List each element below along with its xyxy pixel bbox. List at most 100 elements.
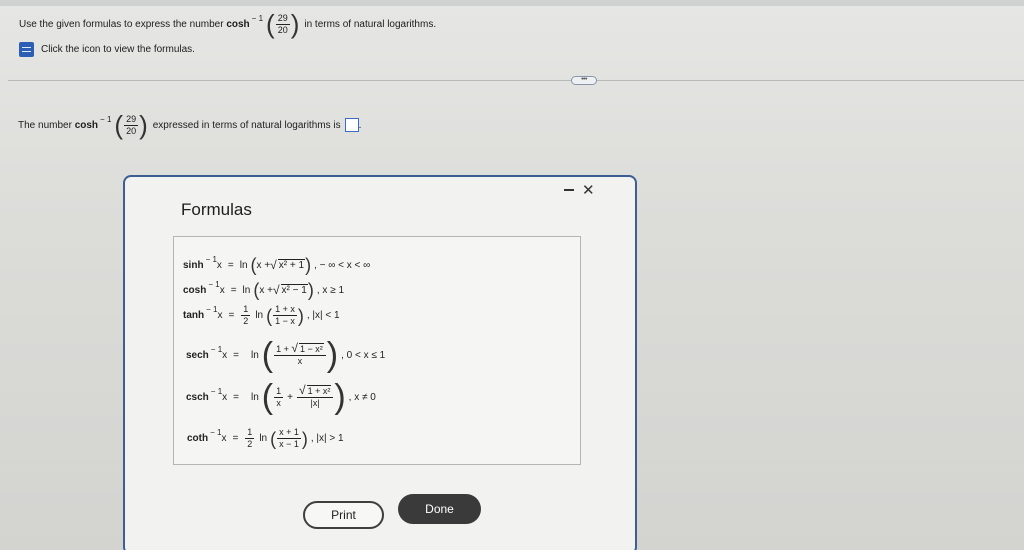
dialog-title: Formulas [181, 200, 252, 219]
question-suffix: in terms of natural logarithms. [304, 18, 437, 30]
sech-variable: x [222, 349, 228, 361]
csch-x-denominator: x [276, 397, 281, 408]
tanh-function: tanh [183, 310, 205, 321]
sinh-right-paren: ) [305, 255, 312, 275]
tanh-left-paren: ( [266, 305, 273, 326]
document-icon[interactable] [19, 41, 34, 57]
sech-fraction: 1 + √ 1 − x² x [274, 341, 326, 367]
cosh-condition: , x ≥ 1 [316, 284, 345, 296]
answer-end: . [358, 119, 362, 131]
question-prompt: Use the given formulas to express the nu… [19, 8, 436, 40]
sinh-condition: , − ∞ < x < ∞ [314, 259, 371, 271]
question-prefix: Use the given formulas to express the nu… [19, 18, 224, 30]
formula-sinh: sinh − 1 x = ln ( x + √ x² + 1 ) , − ∞ < … [183, 254, 371, 275]
top-bar [0, 0, 1024, 6]
sqrt-icon: √ [272, 283, 280, 297]
question-numerator: 29 [275, 12, 290, 25]
minimize-icon[interactable] [564, 189, 574, 191]
sinh-variable: x [216, 259, 222, 271]
csch-plus: + [287, 391, 293, 403]
coth-numerator: x + 1 [277, 427, 301, 439]
sech-numerator-prefix: 1 + [276, 344, 289, 354]
sinh-exponent: − 1 [205, 254, 217, 264]
sqrt-icon: √ [298, 383, 306, 397]
answer-prefix: The number [18, 119, 72, 131]
csch-one-over-x: 1 x [274, 385, 284, 409]
coth-right-paren: ) [301, 428, 308, 449]
answer-prompt: The number cosh − 1 ( 29 20 ) expressed … [18, 108, 361, 142]
coth-exponent: − 1 [210, 428, 222, 437]
coth-left-paren: ( [270, 428, 277, 449]
answer-function: cosh [74, 119, 99, 131]
csch-sqrt-fraction: √ 1 + x² |x| [296, 383, 334, 409]
csch-condition: , x ≠ 0 [348, 391, 376, 403]
cosh-right-paren: ) [307, 280, 314, 300]
coth-denominator: x − 1 [279, 439, 299, 449]
sech-numerator: 1 + √ 1 − x² [274, 341, 326, 356]
sech-exponent: − 1 [210, 344, 223, 354]
tanh-right-paren: ) [297, 305, 304, 326]
tanh-equals: = [228, 310, 235, 321]
cosh-variable: x [219, 284, 225, 296]
sech-function: sech [186, 349, 209, 361]
answer-suffix: expressed in terms of natural logarithms… [152, 119, 341, 131]
hint-text: Click the icon to view the formulas. [41, 43, 195, 55]
cosh-function: cosh [183, 284, 207, 296]
sinh-function: sinh [183, 259, 204, 271]
sech-denominator: x [297, 356, 303, 366]
csch-variable: x [222, 391, 228, 403]
tanh-fraction: 1 + x 1 − x [273, 304, 297, 327]
formula-tanh: tanh − 1 x = 1 2 ln ( 1 + x 1 − x ) , |x… [183, 304, 340, 327]
sech-radicand: 1 − x² [298, 343, 324, 354]
coth-variable: x [221, 433, 227, 444]
done-button[interactable]: Done [398, 494, 481, 524]
more-options-button[interactable]: ••• [571, 76, 597, 85]
answer-exponent: − 1 [100, 114, 112, 124]
answer-input[interactable] [344, 118, 359, 132]
csch-radicand: 1 + x² [306, 385, 332, 396]
coth-half-numerator: 1 [245, 427, 255, 439]
formula-cosh: cosh − 1 x = ln ( x + √ x² − 1 ) , x ≥ 1 [183, 280, 345, 300]
tanh-variable: x [217, 310, 223, 321]
answer-denominator: 20 [126, 125, 137, 136]
close-icon[interactable]: ✕ [582, 181, 595, 199]
tanh-condition: , |x| < 1 [306, 310, 340, 321]
answer-argument: ( 29 20 ) [114, 110, 148, 140]
formula-sech: sech − 1 x = ln ( 1 + √ 1 − x² x ) , 0 < … [186, 338, 385, 372]
tanh-half-numerator: 1 [241, 304, 251, 316]
dialog-controls: ✕ [564, 180, 595, 200]
tanh-half-denominator: 2 [243, 316, 249, 326]
tanh-half: 1 2 [241, 304, 251, 327]
tanh-exponent: − 1 [206, 305, 218, 314]
sech-right-paren: ) [326, 336, 339, 374]
question-argument: ( 29 20 ) [266, 9, 300, 39]
question-denominator: 20 [277, 24, 288, 35]
coth-ln: ln [259, 433, 268, 444]
formula-hint: Click the icon to view the formulas. [19, 41, 195, 57]
cosh-equals: = [230, 284, 237, 296]
coth-function: coth [187, 433, 209, 444]
tanh-numerator: 1 + x [273, 304, 297, 316]
divider [8, 80, 1024, 81]
sech-left-paren: ( [261, 336, 274, 374]
csch-ln: ln [250, 391, 259, 403]
cosh-radicand: x² − 1 [280, 284, 308, 296]
sqrt-icon: √ [291, 341, 298, 355]
csch-right-paren: ) [334, 378, 346, 416]
sinh-radicand: x² + 1 [277, 259, 306, 271]
formula-coth: coth − 1 x = 1 2 ln ( x + 1 x − 1 ) , |x… [187, 427, 344, 450]
question-exponent: − 1 [251, 13, 264, 23]
csch-abs-denominator: |x| [310, 398, 320, 408]
coth-fraction: x + 1 x − 1 [277, 427, 301, 450]
coth-condition: , |x| > 1 [310, 433, 344, 444]
answer-numerator: 29 [124, 113, 139, 126]
sech-ln: ln [250, 349, 259, 361]
tanh-denominator: 1 − x [275, 316, 295, 326]
print-button[interactable]: Print [303, 501, 384, 529]
coth-equals: = [232, 433, 239, 444]
cosh-prefix: x + [259, 284, 273, 296]
csch-function: csch [186, 391, 209, 403]
csch-one: 1 [274, 385, 284, 398]
question-function: cosh [226, 18, 250, 30]
sech-condition: , 0 < x ≤ 1 [341, 349, 386, 361]
